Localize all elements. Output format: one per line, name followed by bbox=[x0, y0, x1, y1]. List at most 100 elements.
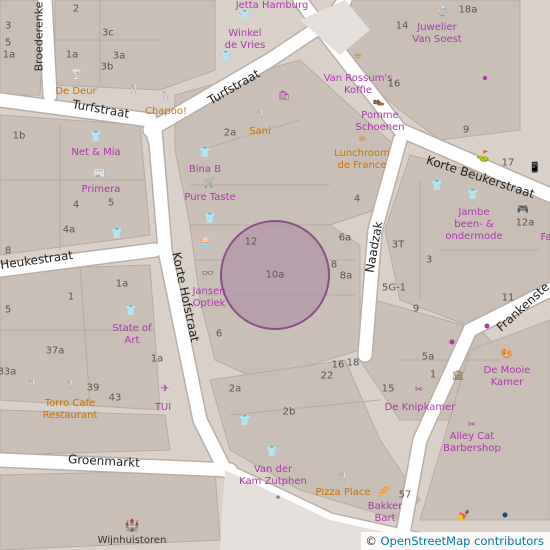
poi-label-sani: Sani bbox=[249, 126, 271, 137]
poi-label-stateofart: State of Art bbox=[112, 323, 152, 346]
house-number: 3T bbox=[391, 239, 405, 251]
house-number: 1 bbox=[67, 291, 75, 303]
house-number: 18 bbox=[346, 357, 360, 369]
house-number: 6 bbox=[215, 328, 223, 340]
house-number: 3c bbox=[102, 27, 114, 39]
jewelry-icon[interactable]: 💍 bbox=[437, 7, 449, 18]
house-number: 3b bbox=[100, 61, 114, 73]
house-number: 8 bbox=[4, 245, 12, 257]
clothes-icon[interactable]: 👕 bbox=[199, 148, 211, 159]
house-number: 16 bbox=[331, 359, 345, 371]
hairdresser-icon[interactable]: ✂ bbox=[468, 420, 476, 431]
house-number: 18a bbox=[458, 4, 478, 16]
house-number: 4 bbox=[353, 193, 361, 205]
house-number: 3a bbox=[112, 50, 126, 62]
restaurant-icon[interactable]: 🍴 bbox=[254, 111, 266, 122]
house-number: 8 bbox=[330, 259, 338, 271]
poi-label-bakkerbart: Bakker Bart bbox=[367, 501, 403, 524]
bar-icon[interactable]: 🍸 bbox=[71, 70, 83, 81]
map-canvas[interactable]: Broederenke Turfstraat Turfstraat Heukes… bbox=[0, 0, 550, 550]
house-number: 37a bbox=[45, 345, 65, 357]
beauty-icon[interactable]: 💅 bbox=[458, 511, 470, 522]
poi-label-netmia: Net & Mia bbox=[71, 147, 121, 158]
poi-label-pomme: Pomme Schoenen bbox=[355, 110, 405, 133]
optician-icon[interactable]: 👓 bbox=[202, 269, 214, 280]
poi-label-fa: Fa bbox=[540, 232, 550, 243]
house-number: 3 bbox=[425, 254, 433, 266]
cafe-icon[interactable]: ☕ bbox=[358, 133, 367, 144]
house-number: 39 bbox=[86, 382, 100, 394]
clothes-icon[interactable]: 👕 bbox=[239, 416, 251, 427]
house-number: 17 bbox=[501, 157, 515, 169]
clothes-icon[interactable]: 👕 bbox=[220, 52, 232, 63]
house-number: 2 bbox=[72, 3, 80, 15]
house-number: 1a bbox=[2, 49, 16, 61]
house-number: 33a bbox=[0, 366, 17, 378]
museum-icon[interactable]: 🏛 bbox=[452, 371, 465, 382]
clothes-icon[interactable]: 👕 bbox=[111, 229, 123, 240]
poi-label-winkel: Winkel de Vries bbox=[224, 28, 266, 51]
poi-label-binab: Bina B bbox=[188, 164, 222, 175]
toys-icon[interactable]: 🎮 bbox=[517, 205, 529, 216]
poi-label-jansen: Jansen Optiek bbox=[192, 286, 226, 309]
poi-label-jambe: Jambe been- & ondermode bbox=[445, 207, 503, 242]
sports-icon[interactable]: ⛳ bbox=[476, 150, 490, 163]
restaurant-icon[interactable]: 🍴 bbox=[337, 473, 349, 484]
clothes-icon[interactable]: 👕 bbox=[431, 181, 443, 192]
bakery-icon[interactable]: 🥖 bbox=[378, 487, 390, 498]
house-number: 3 bbox=[4, 20, 12, 32]
bar-icon[interactable]: 🍴 bbox=[26, 380, 38, 391]
poi-label-alleycat: Alley Cat Barbershop bbox=[443, 431, 501, 454]
poi-label-primera: Primera bbox=[81, 184, 121, 195]
house-number: 22 bbox=[320, 370, 334, 382]
house-number: 1b bbox=[12, 130, 26, 142]
osm-attribution-link[interactable]: OpenStreetMap contributors bbox=[380, 534, 544, 548]
clothes-icon[interactable]: 👕 bbox=[467, 190, 479, 201]
house-number: 43 bbox=[108, 392, 122, 404]
cafe-icon[interactable]: ☕ bbox=[354, 50, 363, 61]
convenience-icon[interactable]: 🛒 bbox=[204, 178, 216, 189]
art-icon[interactable]: 🎨 bbox=[501, 349, 513, 360]
book-icon[interactable]: 📰 bbox=[94, 169, 106, 180]
clothes-icon[interactable]: 👕 bbox=[239, 11, 251, 22]
house-number: 5a bbox=[421, 351, 435, 363]
poi-label-lunchroom: Lunchroom de France bbox=[334, 148, 390, 171]
attribution-prefix: © bbox=[365, 534, 381, 548]
restaurant-icon[interactable]: 🍴 bbox=[64, 381, 76, 392]
clothes-icon[interactable]: 👕 bbox=[125, 306, 137, 317]
shoe-icon[interactable]: 👞 bbox=[373, 96, 385, 107]
house-number: 6a bbox=[338, 232, 352, 244]
clothes-icon[interactable]: 👕 bbox=[266, 447, 278, 458]
poi-label-puretaste: Pure Taste bbox=[184, 192, 236, 203]
house-number: 4a bbox=[62, 224, 76, 236]
restaurant-icon[interactable]: 🍴 bbox=[128, 85, 140, 96]
phone-icon[interactable]: 📱 bbox=[529, 163, 541, 174]
shop-icon[interactable]: 🛍 bbox=[278, 91, 291, 102]
house-number: 10a bbox=[265, 269, 285, 281]
clothes-icon[interactable]: 👕 bbox=[204, 214, 216, 225]
poi-label-dedeur: De Deur bbox=[55, 86, 97, 97]
house-number: 1a bbox=[65, 49, 79, 61]
house-number: 2a bbox=[223, 127, 237, 139]
house-number: 9 bbox=[462, 124, 470, 136]
travel-agency-icon[interactable]: ✈ bbox=[161, 384, 169, 395]
restaurant-icon[interactable]: 🍴 bbox=[160, 91, 172, 102]
house-number: 2b bbox=[282, 406, 296, 418]
tower-icon[interactable]: 🏰 bbox=[125, 518, 140, 532]
map-attribution: © OpenStreetMap contributors bbox=[361, 532, 550, 550]
house-number: 5 bbox=[4, 304, 12, 316]
street-label-broederenkerk: Broederenke bbox=[32, 1, 46, 72]
poi-label-vanrossum: Van Rossum's Koffie bbox=[323, 73, 393, 96]
poi-label-pizzaplace: Pizza Place bbox=[315, 487, 371, 498]
house-number: 14 bbox=[395, 20, 409, 32]
poi-label-chapoo: Chapoo! bbox=[144, 106, 188, 117]
poi-label-knipkamer: De Knipkamer bbox=[384, 402, 456, 413]
hairdresser-icon[interactable]: ✂ bbox=[415, 385, 423, 396]
poi-label-torro: Torro Cafe Restaurant bbox=[42, 398, 98, 421]
house-number: 16 bbox=[387, 78, 401, 90]
house-number: 15 bbox=[381, 383, 395, 395]
bakery-icon[interactable]: 🧁 bbox=[200, 238, 212, 249]
house-number: 12 bbox=[244, 236, 258, 248]
clothes-icon[interactable]: 👕 bbox=[90, 132, 102, 143]
house-number: 5 bbox=[4, 37, 12, 49]
